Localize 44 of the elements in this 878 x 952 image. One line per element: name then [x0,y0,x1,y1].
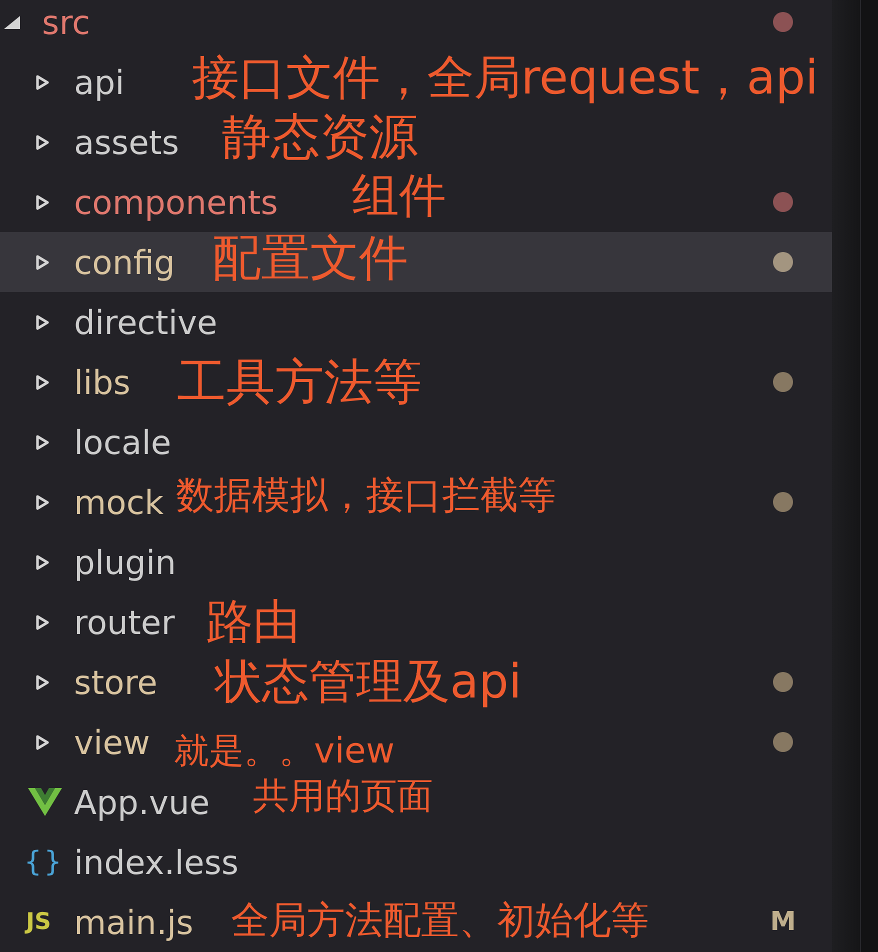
annotation-text: 全局方法配置、初始化等 [231,901,649,939]
collapsed-triangle-icon[interactable] [36,194,49,210]
annotation-text: 配置文件 [212,234,408,282]
v-logo-icon [28,788,62,816]
folder-item[interactable]: api [74,66,124,98]
collapsed-triangle-icon[interactable] [36,314,49,330]
file-item[interactable]: main.js [74,906,194,938]
annotation-text: 工具方法等 [177,358,422,406]
collapsed-triangle-icon[interactable] [36,554,49,570]
file-item[interactable]: index.less [74,846,239,878]
collapsed-triangle-icon[interactable] [36,254,49,270]
collapsed-triangle-icon[interactable] [36,374,49,390]
git-status-letter: M [770,909,796,935]
folder-item[interactable]: router [74,606,175,638]
annotation-text: 共用的页面 [253,779,433,815]
folder-item[interactable]: libs [74,366,130,398]
folder-item[interactable]: directive [74,306,218,338]
folder-item[interactable]: mock [74,486,164,518]
folder-item[interactable]: view [74,726,150,758]
folder-item[interactable]: assets [74,126,180,158]
folder-item[interactable]: src [42,6,90,38]
folder-item[interactable]: store [74,666,158,698]
annotation-text: 状态管理及api [215,658,522,706]
file-item[interactable]: App.vue [74,786,210,818]
collapsed-triangle-icon[interactable] [36,74,49,90]
collapsed-triangle-icon[interactable] [36,614,49,630]
expanded-triangle-icon[interactable] [4,16,20,28]
annotation-text: 就是。。view [174,734,395,770]
annotation-text: 接口文件，全局request，api [192,54,818,102]
collapsed-triangle-icon[interactable] [36,434,49,450]
braces-icon: {} [24,848,64,876]
folder-item[interactable]: config [74,246,175,278]
collapsed-triangle-icon[interactable] [36,494,49,510]
folder-item[interactable]: locale [74,426,172,458]
collapsed-triangle-icon[interactable] [36,134,49,150]
collapsed-triangle-icon[interactable] [36,674,49,690]
annotation-text: 静态资源 [222,112,418,162]
annotation-text: 数据模拟，接口拦截等 [176,476,556,514]
annotation-text: 路由 [206,598,300,646]
folder-item[interactable]: components [74,186,278,218]
js-file-icon: JS [26,910,52,934]
folder-item[interactable]: plugin [74,546,176,578]
collapsed-triangle-icon[interactable] [36,734,49,750]
annotation-text: 组件 [352,172,446,220]
